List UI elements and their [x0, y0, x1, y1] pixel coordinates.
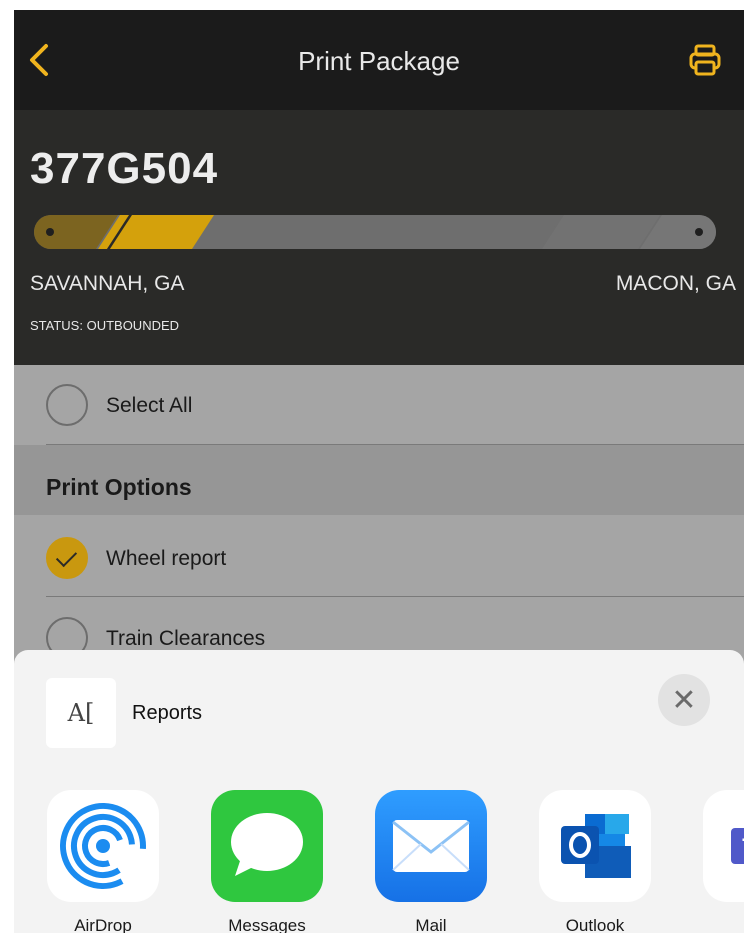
- share-apps-row: AirDrop Messages Mail Outlook: [14, 790, 744, 933]
- train-header: 377G504 SAVANNAH, GA MACON, GA STATUS: O…: [14, 110, 744, 365]
- app-label: Messages: [228, 916, 306, 933]
- document-thumbnail: A[: [46, 678, 116, 748]
- origin-label: SAVANNAH, GA: [30, 272, 185, 295]
- app-screen: Print Package 377G504 SAVANNAH, GA MACON…: [14, 10, 744, 933]
- status-label: STATUS: OUTBOUNDED: [30, 318, 180, 333]
- text-cursor-icon: A[: [67, 699, 95, 727]
- nav-bar: Print Package: [14, 10, 744, 110]
- wheel-report-checkbox[interactable]: [46, 537, 88, 579]
- teams-icon: T: [703, 790, 744, 902]
- list-item-wheel-report[interactable]: Wheel report: [14, 515, 744, 597]
- share-sheet: A[ Reports ✕ AirDrop Messages Mail Outlo…: [14, 650, 744, 933]
- section-header: Print Options: [14, 445, 744, 515]
- app-label: AirDrop: [74, 916, 132, 933]
- destination-label: MACON, GA: [615, 272, 736, 295]
- app-label: Outlook: [565, 916, 625, 933]
- app-label: Mail: [415, 916, 447, 933]
- select-all-label: Select All: [106, 394, 193, 417]
- outlook-icon: [539, 790, 651, 902]
- print-options-list: Select All Print Options Wheel report Tr…: [14, 365, 744, 667]
- close-icon: ✕: [671, 683, 697, 717]
- section-title: Print Options: [46, 474, 192, 500]
- document-title: Reports: [132, 702, 203, 724]
- close-button[interactable]: ✕: [658, 674, 710, 726]
- mail-icon: [375, 790, 487, 902]
- printer-icon: [689, 44, 721, 76]
- train-id: 377G504: [30, 144, 219, 193]
- select-all-row[interactable]: Select All: [14, 365, 744, 445]
- app-label: T: [680, 916, 744, 933]
- select-all-checkbox[interactable]: [46, 384, 88, 426]
- wheel-report-label: Wheel report: [106, 547, 227, 570]
- route-progress-bar: [34, 215, 716, 249]
- print-button[interactable]: [688, 43, 722, 77]
- page-title: Print Package: [298, 46, 460, 76]
- train-clearances-label: Train Clearances: [106, 627, 266, 650]
- airdrop-icon: [47, 790, 159, 902]
- messages-icon: [211, 790, 323, 902]
